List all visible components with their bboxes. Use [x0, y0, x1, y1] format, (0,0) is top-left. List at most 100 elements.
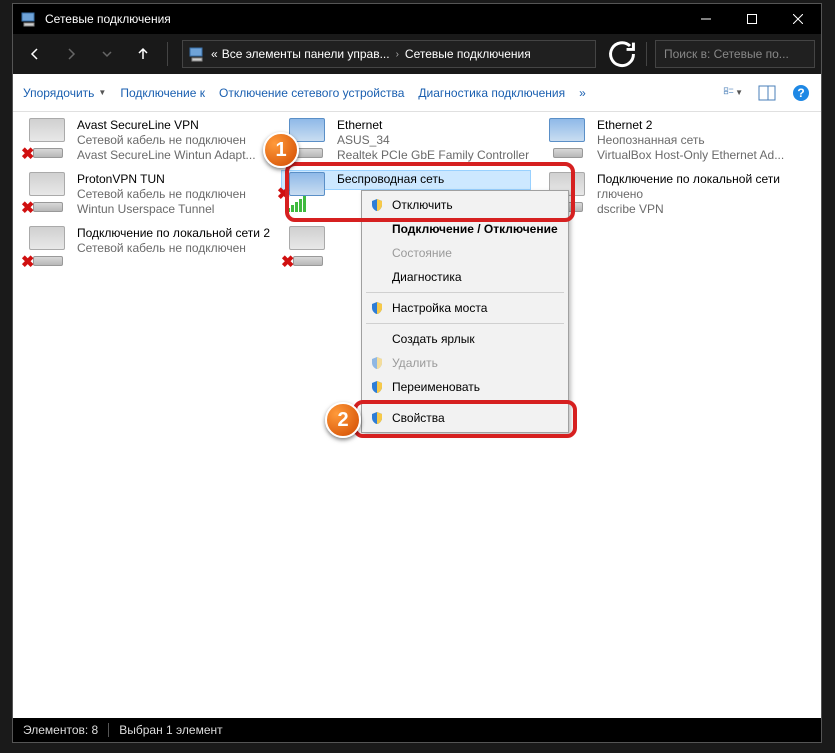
status-bar: Элементов: 8 Выбран 1 элемент: [13, 718, 821, 742]
ctx-diagnose[interactable]: Диагностика: [364, 265, 566, 289]
ctx-label: Настройка моста: [392, 301, 487, 315]
svg-text:?: ?: [797, 86, 804, 100]
recent-dropdown[interactable]: [91, 38, 123, 70]
network-connections-window: Сетевые подключения « Все элементы панел…: [12, 3, 822, 743]
connection-item[interactable]: ✖: [283, 226, 363, 274]
ctx-status: Состояние: [364, 241, 566, 265]
ctx-separator: [366, 292, 564, 293]
error-x-icon: ✖: [21, 198, 37, 214]
address-segment[interactable]: Сетевые подключения: [405, 47, 531, 61]
error-x-icon: ✖: [21, 252, 37, 268]
connection-item[interactable]: EthernetASUS_34Realtek PCIe GbE Family C…: [283, 118, 533, 166]
connection-adapter: Avast SecureLine Wintun Adapt...: [77, 148, 256, 163]
ctx-label: Диагностика: [392, 270, 462, 284]
ctx-label: Отключить: [392, 198, 453, 212]
toolbar-label: Упорядочить: [23, 86, 94, 100]
ctx-delete: Удалить: [364, 351, 566, 375]
ctx-properties[interactable]: Свойства: [364, 406, 566, 430]
ctx-rename[interactable]: Переименовать: [364, 375, 566, 399]
toolbar: Упорядочить ▼ Подключение к Отключение с…: [13, 74, 821, 112]
ctx-create-shortcut[interactable]: Создать ярлык: [364, 327, 566, 351]
connection-name: Ethernet 2: [597, 118, 784, 133]
diagnose-button[interactable]: Диагностика подключения: [418, 86, 565, 100]
address-icon: [189, 46, 205, 62]
ctx-label: Состояние: [392, 246, 452, 260]
nav-separator: [167, 42, 168, 66]
connection-item[interactable]: Ethernet 2Неопознанная сетьVirtualBox Ho…: [543, 118, 793, 166]
connection-adapter: VirtualBox Host-Only Ethernet Ad...: [597, 148, 784, 163]
organize-menu[interactable]: Упорядочить ▼: [23, 86, 106, 100]
connection-status: Сетевой кабель не подключен: [77, 187, 246, 202]
connection-name: Ethernet: [337, 118, 529, 133]
nav-separator: [646, 42, 647, 66]
connection-status: Неопознанная сеть: [597, 133, 784, 148]
refresh-button[interactable]: [606, 38, 638, 70]
connection-icon: ✖: [23, 172, 71, 212]
shield-icon: [370, 301, 384, 315]
connection-item[interactable]: Подключение по локальной сетиглюченоdscr…: [543, 172, 793, 220]
wireless-icon: ✖: [283, 172, 331, 212]
connection-status: глючено: [597, 187, 780, 202]
shield-icon: [370, 411, 384, 425]
error-x-icon: ✖: [277, 184, 293, 200]
error-x-icon: ✖: [281, 252, 297, 268]
connection-name: Подключение по локальной сети: [597, 172, 780, 187]
connection-status: Сетевой кабель не подключен: [77, 133, 256, 148]
connection-item[interactable]: ✖ Подключение по локальной сети 2Сетевой…: [23, 226, 273, 274]
ctx-label: Удалить: [392, 356, 438, 370]
connect-to-button[interactable]: Подключение к: [120, 86, 205, 100]
connection-icon: [283, 118, 331, 158]
status-selected-count: Выбран 1 элемент: [119, 723, 222, 737]
connection-adapter: Realtek PCIe GbE Family Controller: [337, 148, 529, 163]
connection-status: ASUS_34: [337, 133, 529, 148]
status-separator: [108, 723, 109, 737]
connection-name: ProtonVPN TUN: [77, 172, 246, 187]
ctx-label: Свойства: [392, 411, 445, 425]
connection-icon: ✖: [23, 226, 71, 266]
navigation-bar: « Все элементы панели управ... › Сетевые…: [13, 34, 821, 74]
rename-toolbar-button[interactable]: »: [579, 86, 586, 100]
connection-icon: ✖: [23, 118, 71, 158]
ctx-connect-disconnect[interactable]: Подключение / Отключение: [364, 217, 566, 241]
maximize-button[interactable]: [729, 4, 775, 34]
address-seg-text: Все элементы панели управ...: [222, 47, 390, 61]
connection-item[interactable]: ✖ Avast SecureLine VPNСетевой кабель не …: [23, 118, 273, 166]
address-segment[interactable]: « Все элементы панели управ...: [211, 47, 390, 61]
shield-icon: [370, 198, 384, 212]
minimize-button[interactable]: [683, 4, 729, 34]
close-button[interactable]: [775, 4, 821, 34]
connection-name: Avast SecureLine VPN: [77, 118, 256, 133]
up-button[interactable]: [127, 38, 159, 70]
connection-name: Беспроводная сеть: [337, 172, 444, 187]
chevron-down-icon: ▼: [735, 88, 743, 97]
connection-name: Подключение по локальной сети 2: [77, 226, 270, 241]
titlebar: Сетевые подключения: [13, 4, 821, 34]
ctx-bridge[interactable]: Настройка моста: [364, 296, 566, 320]
ctx-separator: [366, 402, 564, 403]
connection-item[interactable]: ✖ ProtonVPN TUNСетевой кабель не подключ…: [23, 172, 273, 220]
chevron-down-icon: ▼: [98, 88, 106, 97]
search-input[interactable]: Поиск в: Сетевые по...: [655, 40, 815, 68]
context-menu: Отключить Подключение / Отключение Состо…: [361, 190, 569, 433]
back-button[interactable]: [19, 38, 51, 70]
connection-adapter: Wintun Userspace Tunnel: [77, 202, 246, 217]
forward-button[interactable]: [55, 38, 87, 70]
annotation-badge-2: 2: [325, 402, 361, 438]
disable-device-button[interactable]: Отключение сетевого устройства: [219, 86, 404, 100]
connection-status: Сетевой кабель не подключен: [77, 241, 270, 256]
ctx-label: Создать ярлык: [392, 332, 475, 346]
ctx-label: Подключение / Отключение: [392, 222, 558, 236]
connection-adapter: dscribe VPN: [597, 202, 780, 217]
app-icon: [21, 11, 37, 27]
preview-pane-button[interactable]: [757, 83, 777, 103]
connection-icon: ✖: [283, 226, 331, 266]
view-options-button[interactable]: ▼: [723, 83, 743, 103]
status-item-count: Элементов: 8: [23, 723, 98, 737]
address-bar[interactable]: « Все элементы панели управ... › Сетевые…: [182, 40, 596, 68]
chevron-right-icon: ›: [396, 49, 399, 60]
ctx-disable[interactable]: Отключить: [364, 193, 566, 217]
ctx-separator: [366, 323, 564, 324]
shield-icon: [370, 356, 384, 370]
content-area[interactable]: ✖ Avast SecureLine VPNСетевой кабель не …: [13, 112, 821, 718]
help-button[interactable]: ?: [791, 83, 811, 103]
